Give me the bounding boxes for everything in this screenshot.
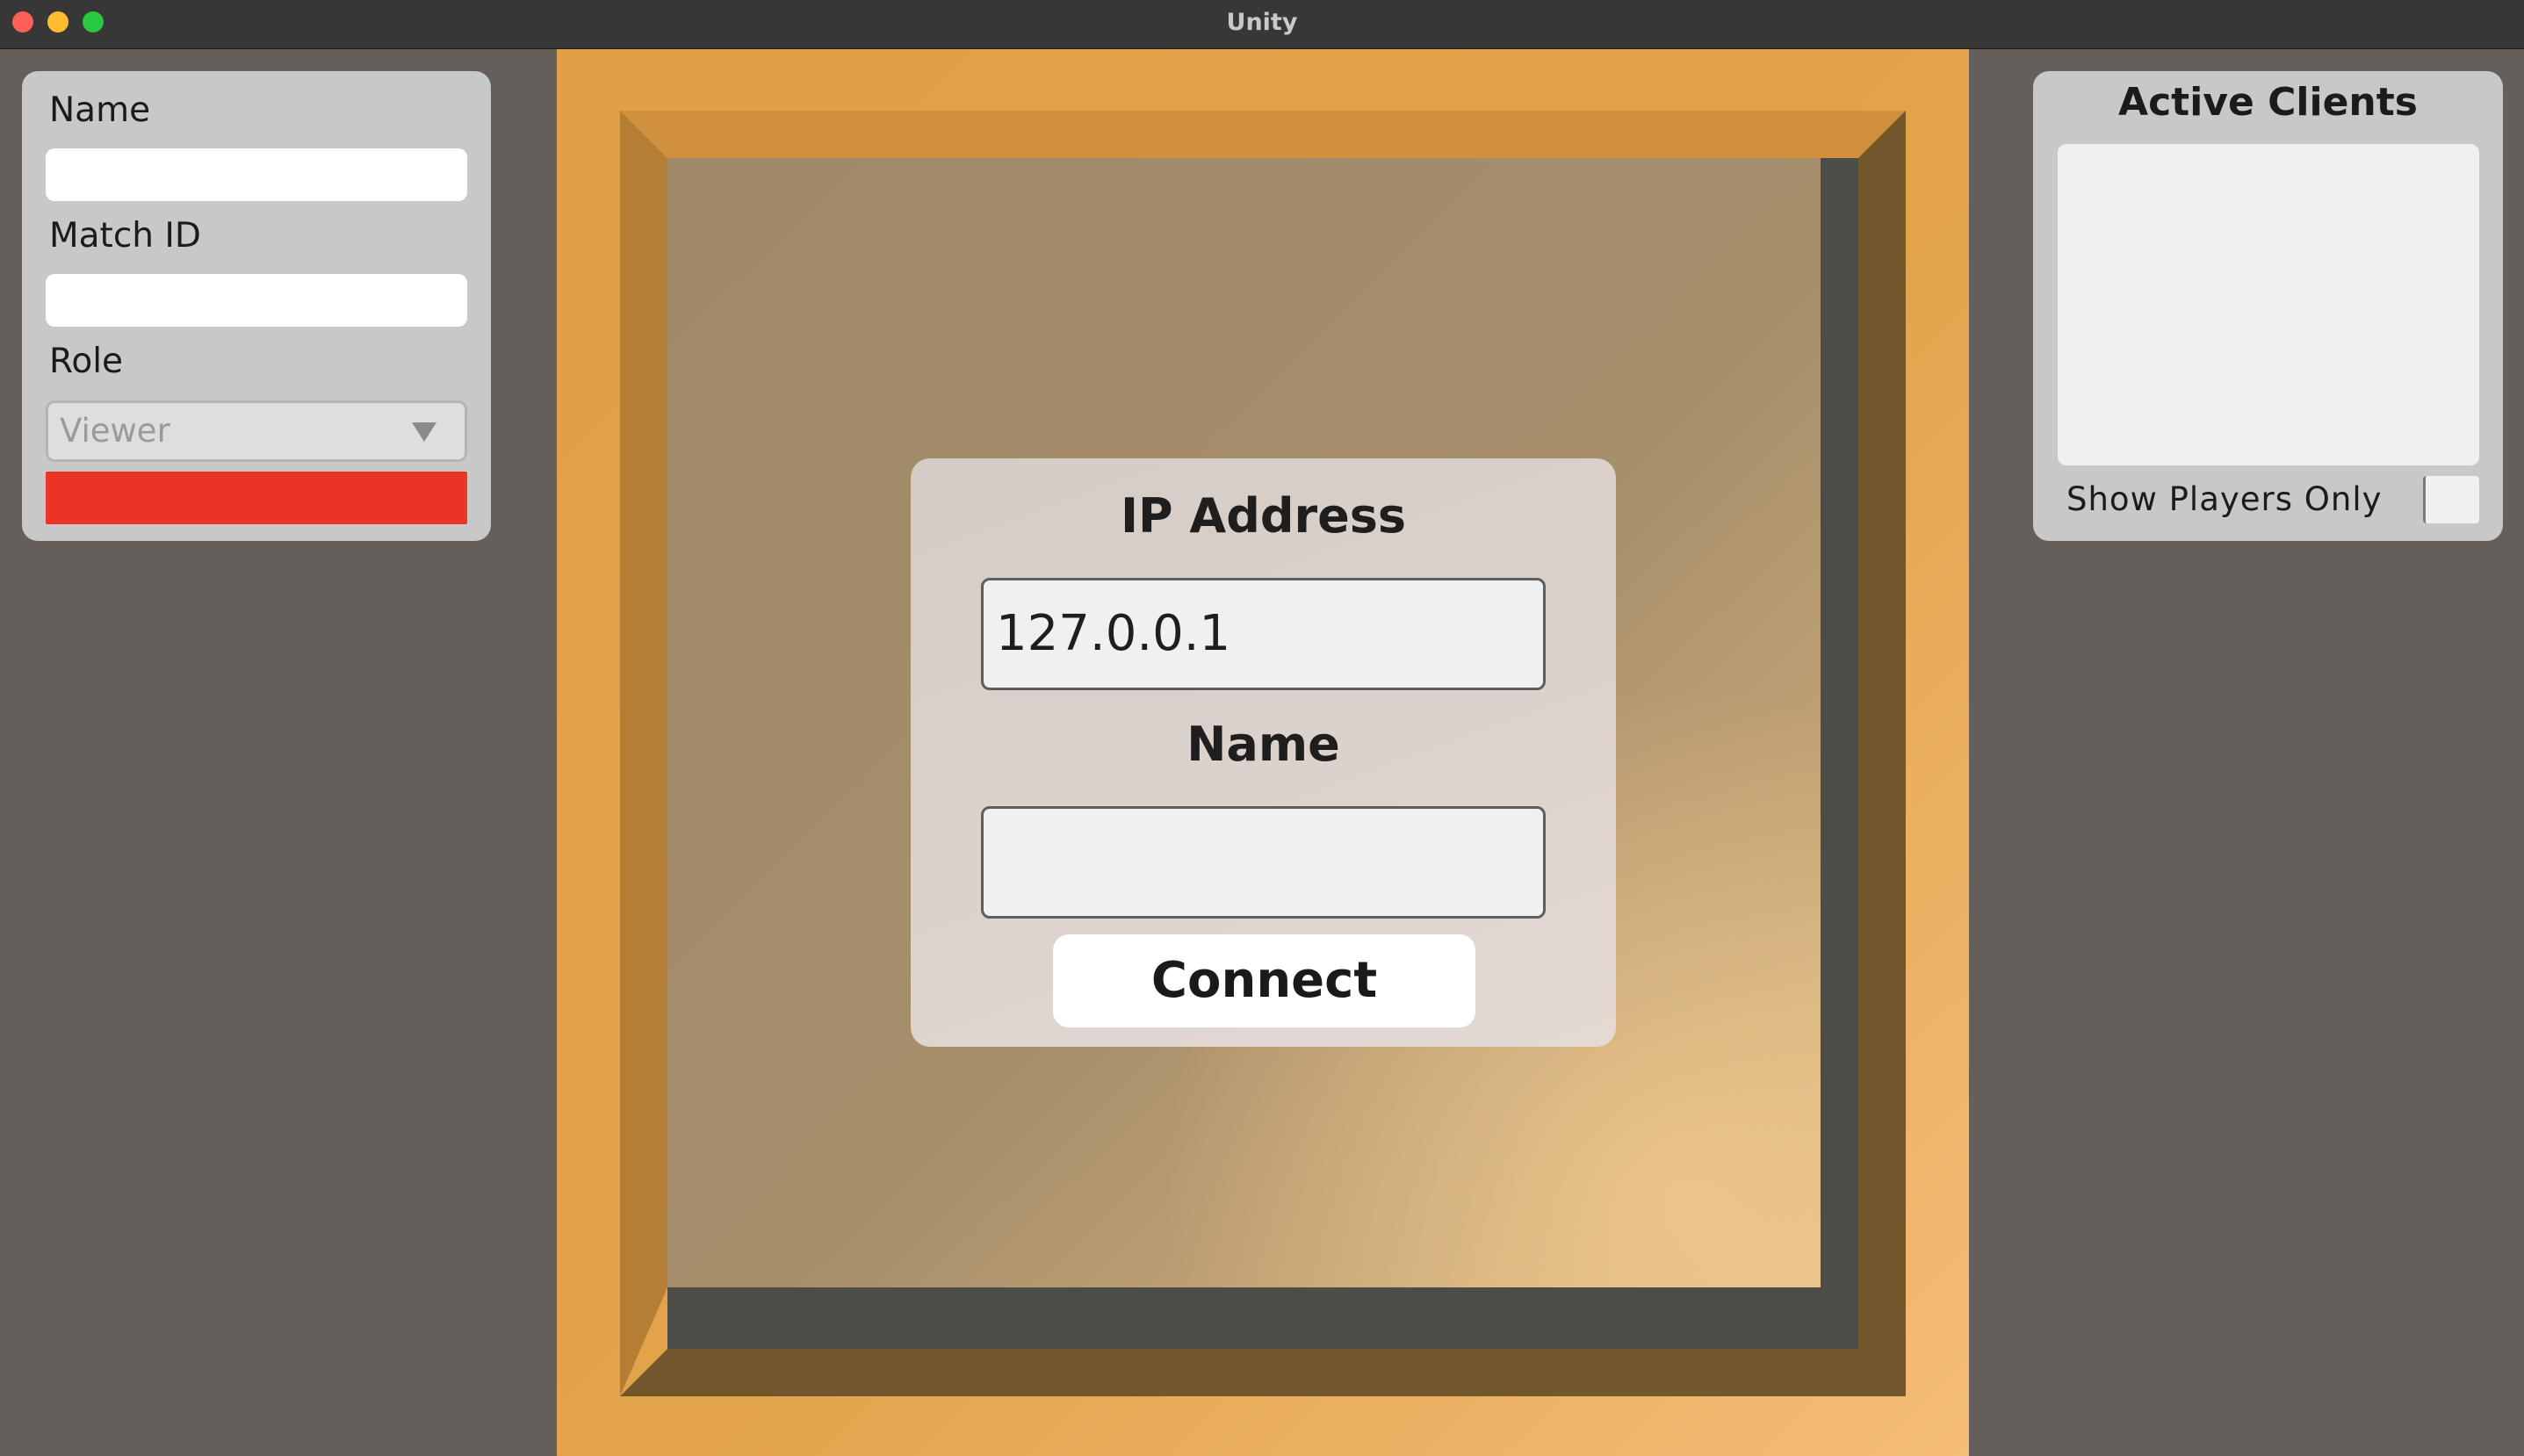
role-dropdown[interactable]: Viewer: [46, 400, 467, 462]
role-dropdown-value: Viewer: [60, 412, 170, 450]
right-wall: [1858, 111, 1906, 1396]
top-wall: [620, 111, 1906, 158]
connect-dialog: IP Address 127.0.0.1 Name Connect: [911, 458, 1616, 1047]
status-bar: [46, 472, 467, 524]
dialog-name-label: Name: [1186, 717, 1340, 772]
name-label: Name: [49, 90, 151, 130]
show-players-only-checkbox[interactable]: [2423, 476, 2479, 523]
match-id-label: Match ID: [49, 216, 201, 256]
role-label: Role: [49, 342, 124, 381]
show-players-only-label: Show Players Only: [2066, 480, 2383, 518]
ip-address-label: IP Address: [1120, 488, 1407, 544]
ip-address-input[interactable]: 127.0.0.1: [981, 578, 1546, 690]
ip-address-value: 127.0.0.1: [996, 605, 1231, 662]
left-wall: [620, 111, 667, 1396]
dialog-name-input[interactable]: [981, 806, 1546, 919]
window-title: Unity: [1226, 9, 1298, 36]
connect-button[interactable]: Connect: [1053, 934, 1475, 1027]
active-clients-list[interactable]: [2058, 144, 2479, 465]
name-input[interactable]: [46, 148, 467, 201]
bottom-wall: [620, 1349, 1906, 1396]
triangle-down-icon: [412, 422, 436, 442]
match-settings-panel: Name Match ID Role Viewer: [22, 71, 491, 541]
active-clients-panel: Active Clients Show Players Only: [2033, 71, 2503, 541]
title-bar: Unity: [0, 0, 2524, 49]
active-clients-title: Active Clients: [2118, 80, 2418, 125]
unity-window: Unity Name Match ID Role Viewer IP Addre…: [0, 0, 2524, 1456]
match-id-input[interactable]: [46, 274, 467, 327]
